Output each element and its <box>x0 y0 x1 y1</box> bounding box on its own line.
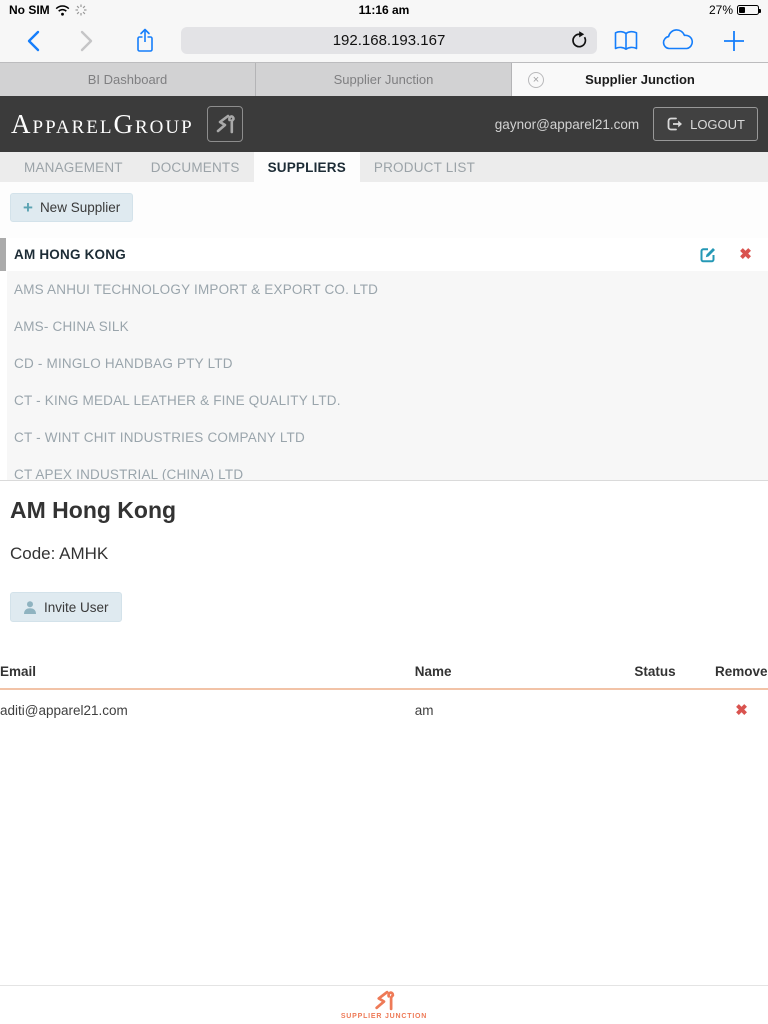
nav-tab-suppliers[interactable]: SUPPLIERS <box>254 152 360 182</box>
bookmarks-icon[interactable] <box>613 29 639 53</box>
column-header-email: Email <box>0 658 415 689</box>
nav-label: DOCUMENTS <box>151 160 240 175</box>
invited-users-table: Email Name Status Remove aditi@apparel21… <box>0 658 768 726</box>
supplier-row[interactable]: CT APEX INDUSTRIAL (CHINA) LTD <box>7 456 768 481</box>
supplier-code: Code: AMHK <box>10 544 768 564</box>
supplier-row[interactable]: AMS ANHUI TECHNOLOGY IMPORT & EXPORT CO.… <box>7 271 768 308</box>
new-tab-icon[interactable] <box>722 29 746 53</box>
url-text: 192.168.193.167 <box>333 32 446 49</box>
plus-icon: + <box>23 199 33 216</box>
nav-tab-management[interactable]: MANAGEMENT <box>10 152 137 182</box>
supplier-name: CT APEX INDUSTRIAL (CHINA) LTD <box>14 467 243 481</box>
nav-label: MANAGEMENT <box>24 160 123 175</box>
table-header-row: Email Name Status Remove <box>0 658 768 689</box>
supplier-row[interactable]: CT - WINT CHIT INDUSTRIES COMPANY LTD <box>7 419 768 456</box>
table-row: aditi@apparel21.com am ✖ <box>0 689 768 726</box>
column-header-status: Status <box>634 658 715 689</box>
user-status-cell <box>634 689 715 726</box>
page-footer: SUPPLIER JUNCTION <box>0 985 768 1024</box>
nav-tab-documents[interactable]: DOCUMENTS <box>137 152 254 182</box>
nav-tab-product-list[interactable]: PRODUCT LIST <box>360 152 489 182</box>
supplier-row[interactable]: AMS- CHINA SILK <box>7 308 768 345</box>
wifi-icon <box>55 5 70 16</box>
remove-user-icon[interactable]: ✖ <box>735 702 748 719</box>
tab-close-icon[interactable]: × <box>528 72 544 88</box>
user-name-cell: am <box>415 689 635 726</box>
supplier-name: CD - MINGLO HANDBAG PTY LTD <box>14 356 233 371</box>
battery-percent: 27% <box>709 3 733 17</box>
carrier-label: No SIM <box>9 3 50 17</box>
safari-tab-bar: BI Dashboard Supplier Junction × Supplie… <box>0 62 768 96</box>
apparelgroup-logo: ApparelGroup <box>11 111 194 138</box>
list-scrollbar-thumb[interactable] <box>0 238 6 271</box>
app-header: ApparelGroup gaynor@apparel21.com LOGOUT <box>0 96 768 152</box>
tab-label: Supplier Junction <box>334 72 434 87</box>
supplier-name: CT - KING MEDAL LEATHER & FINE QUALITY L… <box>14 393 341 408</box>
footer-brand-label: SUPPLIER JUNCTION <box>341 1013 427 1020</box>
supplier-actions-row: + New Supplier <box>0 182 768 238</box>
browser-tab-supplier-junction-1[interactable]: Supplier Junction <box>256 63 512 96</box>
browser-tab-bi-dashboard[interactable]: BI Dashboard <box>0 63 256 96</box>
address-bar[interactable]: 192.168.193.167 <box>181 27 597 54</box>
supplier-name: AMS ANHUI TECHNOLOGY IMPORT & EXPORT CO.… <box>14 282 378 297</box>
supplier-detail-title: AM Hong Kong <box>10 497 768 524</box>
network-activity-spinner-icon <box>75 4 87 16</box>
browser-tab-supplier-junction-active[interactable]: × Supplier Junction <box>512 63 768 96</box>
back-button[interactable] <box>26 30 40 52</box>
supplier-name: AMS- CHINA SILK <box>14 319 129 334</box>
icloud-tabs-icon[interactable] <box>661 29 695 53</box>
supplier-row-am-hong-kong[interactable]: AM HONG KONG ✖ <box>7 238 768 271</box>
edit-supplier-icon[interactable] <box>700 246 717 263</box>
user-email: gaynor@apparel21.com <box>495 117 639 132</box>
supplier-name: AM HONG KONG <box>14 247 126 262</box>
supplier-junction-logo-icon <box>207 106 243 142</box>
supplier-row[interactable]: CT - KING MEDAL LEATHER & FINE QUALITY L… <box>7 382 768 419</box>
refresh-icon[interactable] <box>570 31 588 50</box>
logout-icon <box>666 116 683 132</box>
column-header-name: Name <box>415 658 635 689</box>
forward-button[interactable] <box>80 30 94 52</box>
supplier-detail-panel: AM Hong Kong Code: AMHK Invite User Emai… <box>0 481 768 985</box>
user-email-cell: aditi@apparel21.com <box>0 689 415 726</box>
nav-label: SUPPLIERS <box>268 160 346 175</box>
new-supplier-label: New Supplier <box>40 200 120 215</box>
delete-supplier-icon[interactable]: ✖ <box>739 247 752 262</box>
battery-icon <box>737 5 759 15</box>
ios-status-bar: No SIM 11:16 am 27% <box>0 0 768 20</box>
supplier-row[interactable]: CD - MINGLO HANDBAG PTY LTD <box>7 345 768 382</box>
invite-user-label: Invite User <box>44 600 109 615</box>
supplier-list: AM HONG KONG ✖ AMS ANHUI TECHNOLOGY IMPO… <box>0 238 768 481</box>
app-nav-bar: MANAGEMENT DOCUMENTS SUPPLIERS PRODUCT L… <box>0 152 768 182</box>
person-icon <box>23 600 37 615</box>
logout-button[interactable]: LOGOUT <box>653 107 758 141</box>
supplier-name: CT - WINT CHIT INDUSTRIES COMPANY LTD <box>14 430 305 445</box>
tab-label: Supplier Junction <box>585 72 695 87</box>
clock: 11:16 am <box>0 3 768 17</box>
logout-label: LOGOUT <box>690 117 745 132</box>
supplier-junction-footer-icon <box>372 989 396 1012</box>
share-icon[interactable] <box>134 27 156 55</box>
column-header-remove: Remove <box>715 658 768 689</box>
invite-user-button[interactable]: Invite User <box>10 592 122 622</box>
new-supplier-button[interactable]: + New Supplier <box>10 193 133 222</box>
safari-toolbar: 192.168.193.167 <box>0 20 768 62</box>
nav-label: PRODUCT LIST <box>374 160 475 175</box>
tab-label: BI Dashboard <box>88 72 168 87</box>
